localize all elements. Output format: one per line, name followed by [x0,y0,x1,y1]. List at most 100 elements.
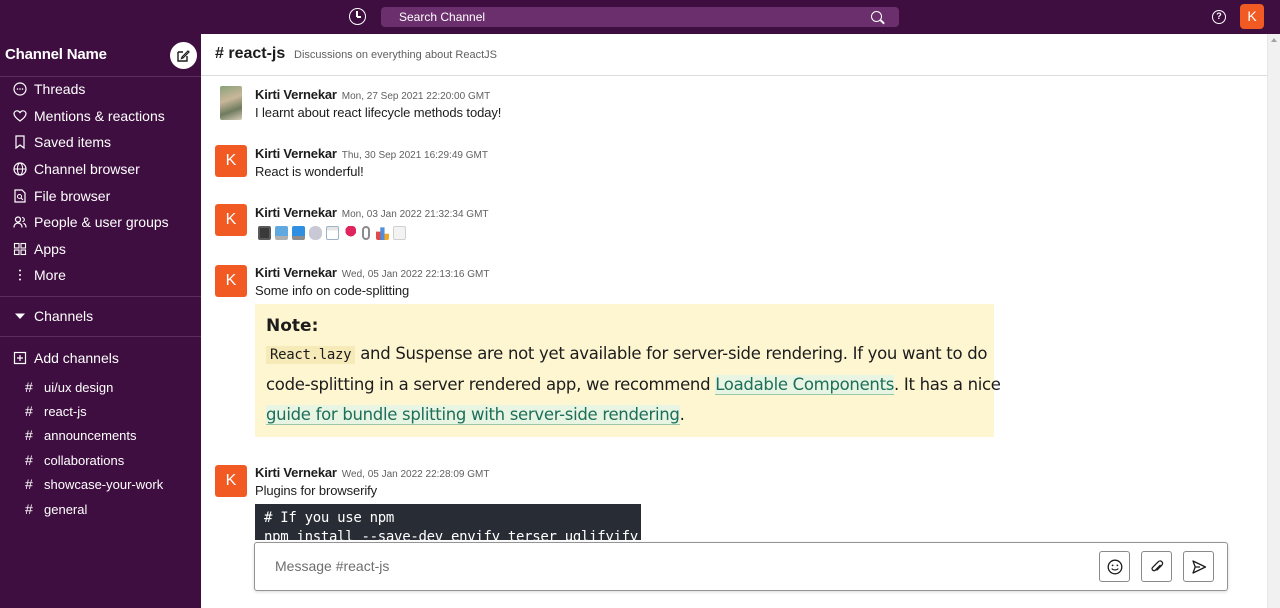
channel-description: Discussions on everything about ReactJS [294,49,497,61]
note-title: Note: [266,316,319,336]
sidebar-item-label: People & user groups [34,214,169,230]
channel-label: react-js [44,403,87,419]
more-vertical-icon [13,268,27,282]
message-input[interactable] [275,558,975,574]
message-author[interactable]: Kirti Vernekar Wed, 05 Jan 2022 22:28:09 … [255,465,489,480]
sidebar-item-file-browser[interactable]: File browser [13,186,110,206]
hash-icon: # [25,427,33,443]
sidebar-item-people[interactable]: People & user groups [13,212,169,232]
note-callout: Note: React.lazy and Suspense are not ye… [255,304,1001,437]
message-timestamp: Wed, 05 Jan 2022 22:28:09 GMT [341,469,490,480]
scrollbar[interactable] [1267,34,1280,608]
scroll-up-arrow-icon[interactable] [1271,38,1277,42]
people-icon [13,215,27,229]
phone-icon [258,226,271,240]
pushpin-icon [343,226,356,240]
message-composer [254,542,1228,591]
sidebar-item-label: Channel browser [34,161,140,177]
file-search-icon [13,189,27,203]
desktop-icon [292,226,305,240]
channel-label: ui/ux design [44,379,114,395]
sidebar: Channel Name Threads Mentions & reaction… [0,34,201,608]
add-channels-label: Add channels [34,350,119,366]
search-bar[interactable]: Search Channel [381,7,899,27]
heart-icon [13,109,27,123]
message-text: Some info on code-splitting [255,283,410,298]
bar-chart-icon [376,227,389,240]
search-icon[interactable] [871,11,882,22]
channel-title[interactable]: # react-js [215,45,285,63]
message-author[interactable]: Kirti Vernekar Mon, 27 Sep 2021 22:20:00 … [255,87,490,102]
paperclip-icon [362,226,370,240]
hash-icon: # [25,403,33,419]
code-line: npm install --save-dev envify terser ugl… [264,529,638,540]
hash-icon: # [25,379,33,395]
sidebar-channel-announcements[interactable]: # announcements [25,425,137,445]
avatar[interactable] [215,86,247,120]
sidebar-divider [0,336,201,337]
message-timestamp: Mon, 27 Sep 2021 22:20:00 GMT [341,91,491,102]
avatar[interactable]: K [215,265,247,297]
sidebar-channel-ui-ux-design[interactable]: # ui/ux design [25,377,113,397]
sidebar-item-channel-browser[interactable]: Channel browser [13,159,140,179]
loadable-components-link[interactable]: Loadable Components [715,375,894,395]
sidebar-item-label: Threads [34,81,86,97]
attach-button[interactable] [1141,551,1172,582]
sidebar-item-label: Saved items [34,134,112,150]
channel-label: general [44,501,88,517]
message-text: I learnt about react lifecycle methods t… [255,105,502,120]
bookmark-icon [13,135,27,149]
sidebar-channel-general[interactable]: # general [25,499,87,519]
hash-icon: # [25,501,33,517]
sidebar-channel-showcase-your-work[interactable]: # showcase-your-work [25,474,163,494]
code-block: # If you use npm npm install --save-dev … [255,504,641,540]
hash-icon: # [25,452,33,468]
history-icon[interactable] [349,8,366,25]
plus-square-icon [13,351,27,365]
apps-grid-icon [13,242,27,256]
sidebar-divider [0,296,201,297]
note-line: code-splitting in a server rendered app,… [266,375,1001,395]
send-button[interactable] [1183,551,1214,582]
sidebar-channel-react-js[interactable]: # react-js [25,401,87,421]
sidebar-item-mentions[interactable]: Mentions & reactions [13,106,165,126]
channels-section-toggle[interactable]: Channels [13,306,93,326]
workspace-name[interactable]: Channel Name [5,46,107,63]
sidebar-item-saved[interactable]: Saved items [13,132,111,152]
message-timestamp: Thu, 30 Sep 2021 16:29:49 GMT [341,150,488,161]
message-timestamp: Mon, 03 Jan 2022 21:32:34 GMT [341,209,489,220]
compose-icon [177,50,190,62]
sidebar-channel-collaborations[interactable]: # collaborations [25,450,124,470]
compose-button[interactable] [170,42,197,69]
sidebar-item-label: Apps [34,241,66,257]
main-panel: # react-js Discussions on everything abo… [201,34,1280,608]
avatar[interactable]: K [215,204,247,236]
caret-down-icon [13,309,27,323]
note-line: React.lazy and Suspense are not yet avai… [266,344,987,364]
message-author[interactable]: Kirti Vernekar Thu, 30 Sep 2021 16:29:49 … [255,146,488,161]
bundle-splitting-guide-link[interactable]: guide for bundle splitting with server-s… [266,405,680,425]
emoji-button[interactable] [1099,551,1130,582]
add-channels-button[interactable]: Add channels [13,348,119,368]
user-avatar[interactable]: K [1240,4,1264,29]
search-label: Search Channel [399,10,486,24]
inline-code: React.lazy [266,346,356,364]
calendar-icon [326,226,339,240]
sidebar-item-label: More [34,267,66,283]
message-author[interactable]: Kirti Vernekar Mon, 03 Jan 2022 21:32:34 … [255,205,489,220]
hash-icon: # [25,476,33,492]
mouse-icon [309,226,322,240]
sidebar-item-threads[interactable]: Threads [13,79,85,99]
note-line: guide for bundle splitting with server-s… [266,405,685,425]
sidebar-item-apps[interactable]: Apps [13,239,66,259]
avatar[interactable]: K [215,465,247,497]
channel-header: # react-js Discussions on everything abo… [201,34,1267,76]
message-author[interactable]: Kirti Vernekar Wed, 05 Jan 2022 22:13:16 … [255,265,489,280]
smiley-icon [1107,559,1123,575]
help-icon[interactable]: ? [1212,10,1226,24]
sidebar-item-label: File browser [34,188,111,204]
send-icon [1192,560,1207,574]
sidebar-item-more[interactable]: More [13,265,66,285]
paperclip-icon [1151,560,1164,572]
avatar[interactable]: K [215,145,247,177]
